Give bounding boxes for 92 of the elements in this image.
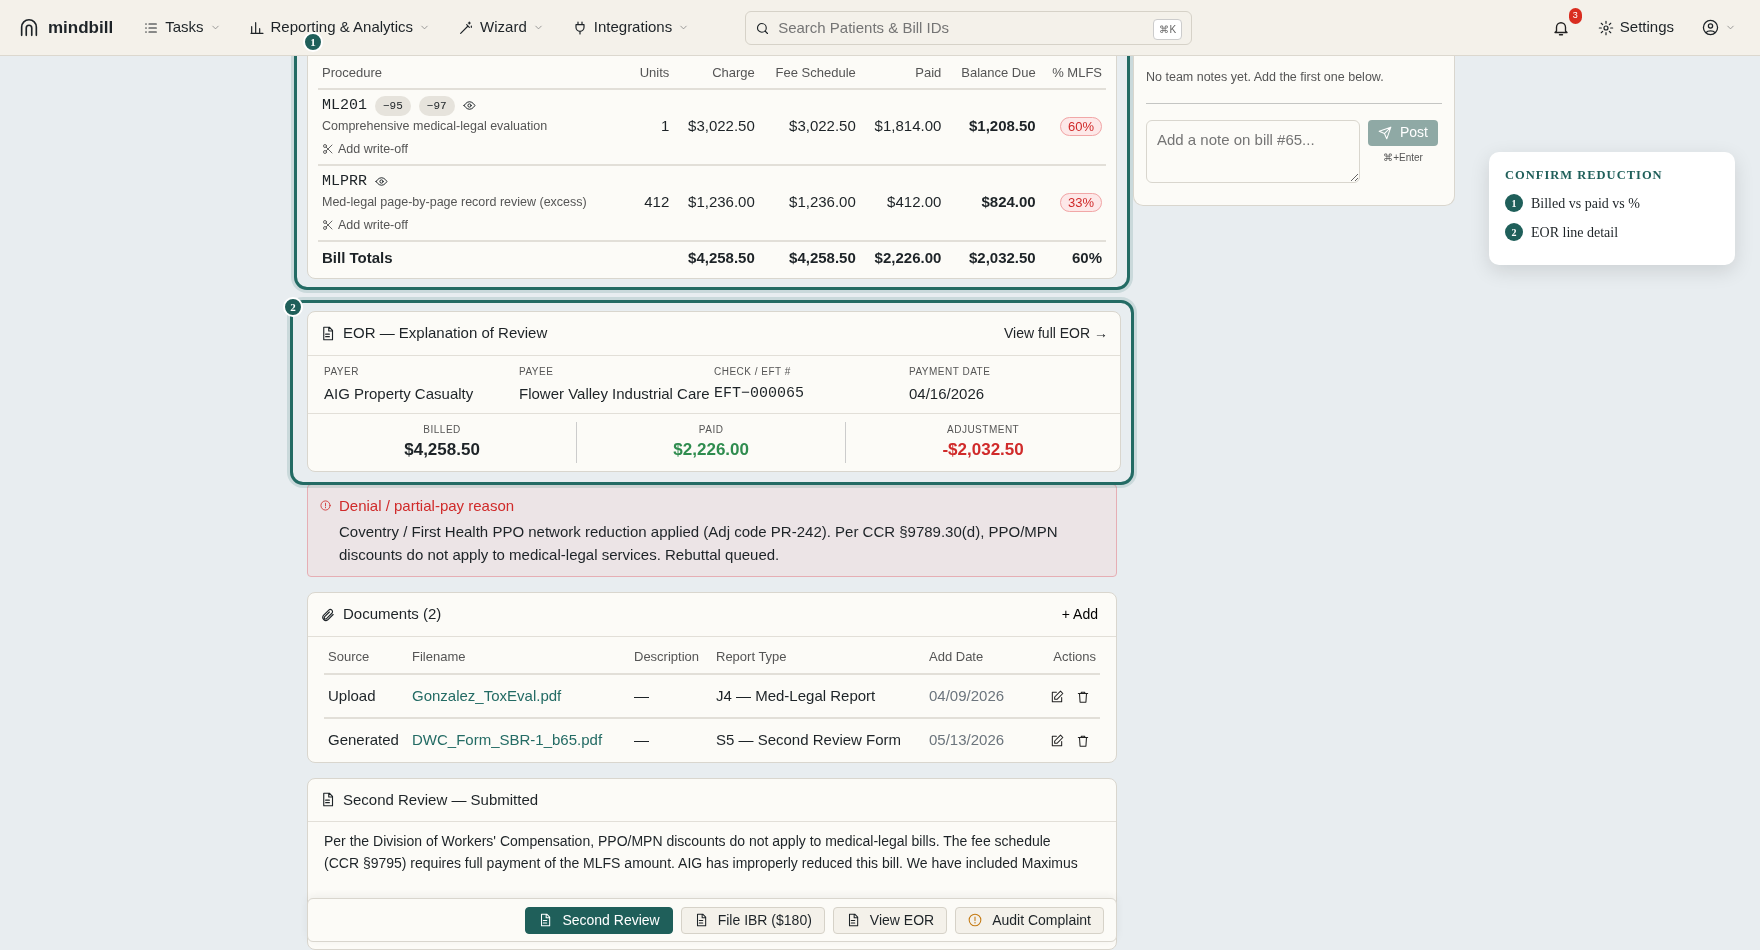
column-header: Filename [408, 637, 630, 674]
card-title: EOR — Explanation of Review [343, 323, 548, 343]
table-cell: Upload [328, 686, 376, 704]
table-cell: $1,236.00 [688, 193, 755, 211]
alert-title: Denial / partial-pay reason [339, 495, 515, 516]
summary-amount: $4,258.50 [403, 439, 481, 461]
procedure-description: Med-legal page-by-page record review (excess) [322, 194, 588, 211]
total-cell: $4,258.50 [789, 248, 856, 266]
empty-notes-message: No team notes yet. Add the first one below. [1146, 69, 1385, 86]
total-cell: $2,032.50 [969, 248, 1036, 266]
settings-button[interactable]: Settings [1591, 12, 1680, 43]
column-header: Actions [1038, 637, 1100, 674]
action-button[interactable]: Second Review [525, 906, 673, 934]
column-header: Description [630, 637, 712, 674]
total-cell: $2,226.00 [874, 248, 942, 266]
field-label: PAYER [324, 364, 360, 379]
modifier-tag: −97 [418, 95, 455, 116]
table-cell: 1 [660, 117, 670, 135]
column-header: Paid [859, 61, 946, 89]
column-header: Add Date [925, 637, 1038, 674]
step-label: EOR line detail [1531, 223, 1619, 242]
percent-badge: 33% [1059, 193, 1102, 213]
table-cell: $824.00 [981, 193, 1036, 211]
column-header: Balance Due [945, 61, 1040, 89]
column-header: Report Type [712, 637, 925, 674]
column-header: Fee Schedule [758, 61, 860, 89]
add-button[interactable]: + Add [1055, 603, 1104, 626]
nav-menu-item[interactable]: Tasks [137, 12, 227, 43]
field-label: CHECK / EFT # [714, 364, 792, 379]
text-line: Per the Division of Workers' Compensation, PPO/MPN discounts do not apply to medical-legal bills. The fee schedule [324, 832, 1052, 851]
summary-label: PAID [697, 423, 725, 437]
column-header: % MLFS [1039, 61, 1106, 89]
alert-message: Coventry / First Health PPO network reduction applied (Adj code PR-242). Per CCR §9789.30(d), PPO/MPN discounts do not apply to medical-legal services. Rebuttal queued. [338, 522, 1059, 565]
table-cell: $3,022.50 [789, 117, 856, 135]
card-title: Second Review — Submitted [343, 789, 539, 810]
field-label: PAYEE [519, 364, 555, 379]
table-cell: $412.00 [887, 193, 942, 211]
step-number: 2 [1505, 223, 1523, 242]
totals-label: Bill Totals [322, 248, 393, 266]
table-cell: $3,022.50 [688, 117, 755, 135]
column-header: Charge [673, 61, 759, 89]
add-write-off-link[interactable]: Add write-off [322, 215, 408, 235]
shortcut-key: ⌘K [1153, 18, 1183, 40]
table-cell: — [634, 731, 649, 748]
step-number: 1 [1505, 194, 1523, 213]
procedure-code: ML201 [322, 95, 367, 116]
brand-name[interactable]: mindbill [48, 14, 114, 41]
table-cell: Generated [328, 731, 399, 748]
view-eor-link[interactable]: View full EOR → [1004, 322, 1108, 344]
nav-menu-item[interactable]: Integrations [565, 12, 696, 43]
field-value: AIG Property Casualty [324, 383, 475, 404]
add-write-off-link[interactable]: Add write-off [322, 139, 408, 159]
file-link[interactable]: Gonzalez_ToxEval.pdf [412, 686, 562, 704]
table-cell: $1,208.50 [969, 117, 1036, 135]
table-cell: $1,236.00 [789, 193, 856, 211]
column-header: Units [630, 61, 674, 89]
total-cell: 60% [1071, 248, 1102, 266]
table-cell: $1,814.00 [874, 117, 942, 135]
table-cell: 04/09/2026 [929, 686, 1005, 704]
field-value: 04/16/2026 [909, 383, 986, 404]
action-button[interactable]: File IBR ($180) [680, 906, 825, 934]
field-value: Flower Valley Industrial Care [519, 383, 711, 404]
note-input[interactable]: Add a note on bill #65... [1146, 119, 1360, 183]
summary-amount: $2,226.00 [672, 439, 750, 461]
field-value: EFT−000065 [714, 383, 805, 404]
popover-title: CONFIRM REDUCTION [1505, 167, 1664, 184]
nav-menu-item[interactable]: Wizard [452, 12, 550, 43]
table-cell: J4 — Med-Legal Report [716, 686, 876, 704]
table-cell: — [634, 686, 649, 704]
shortcut-hint: ⌘+Enter [1383, 150, 1423, 165]
table-cell: S5 — Second Review Form [716, 731, 902, 748]
table-cell: 412 [644, 193, 670, 211]
column-header: Procedure [318, 61, 631, 89]
file-link[interactable]: DWC_Form_SBR-1_b65.pdf [412, 731, 603, 748]
step-label: Billed vs paid vs % [1531, 194, 1640, 213]
procedure-description: Comprehensive medical-legal evaluation [322, 118, 549, 135]
action-button[interactable]: View EOR [832, 906, 948, 934]
modifier-tag: −95 [375, 95, 411, 116]
notification-count: 3 [1568, 8, 1582, 24]
percent-badge: 60% [1059, 117, 1102, 137]
field-label: PAYMENT DATE [909, 364, 992, 379]
total-cell: $4,258.50 [688, 248, 755, 266]
step-number: 2 [283, 297, 303, 317]
procedure-code: MLPRR [322, 171, 367, 192]
summary-label: ADJUSTMENT [946, 423, 1021, 437]
action-button[interactable]: Audit Complaint [955, 906, 1104, 934]
summary-amount: -$2,032.50 [941, 439, 1025, 461]
summary-label: BILLED [422, 423, 462, 437]
column-header: Source [324, 637, 408, 674]
table-cell: 05/13/2026 [929, 731, 1005, 748]
text-line: (CCR §9795) requires full payment of the MLFS amount. AIG has improperly reduced this bill. We have included Maximus [324, 854, 1079, 873]
card-title: Documents (2) [343, 604, 442, 625]
